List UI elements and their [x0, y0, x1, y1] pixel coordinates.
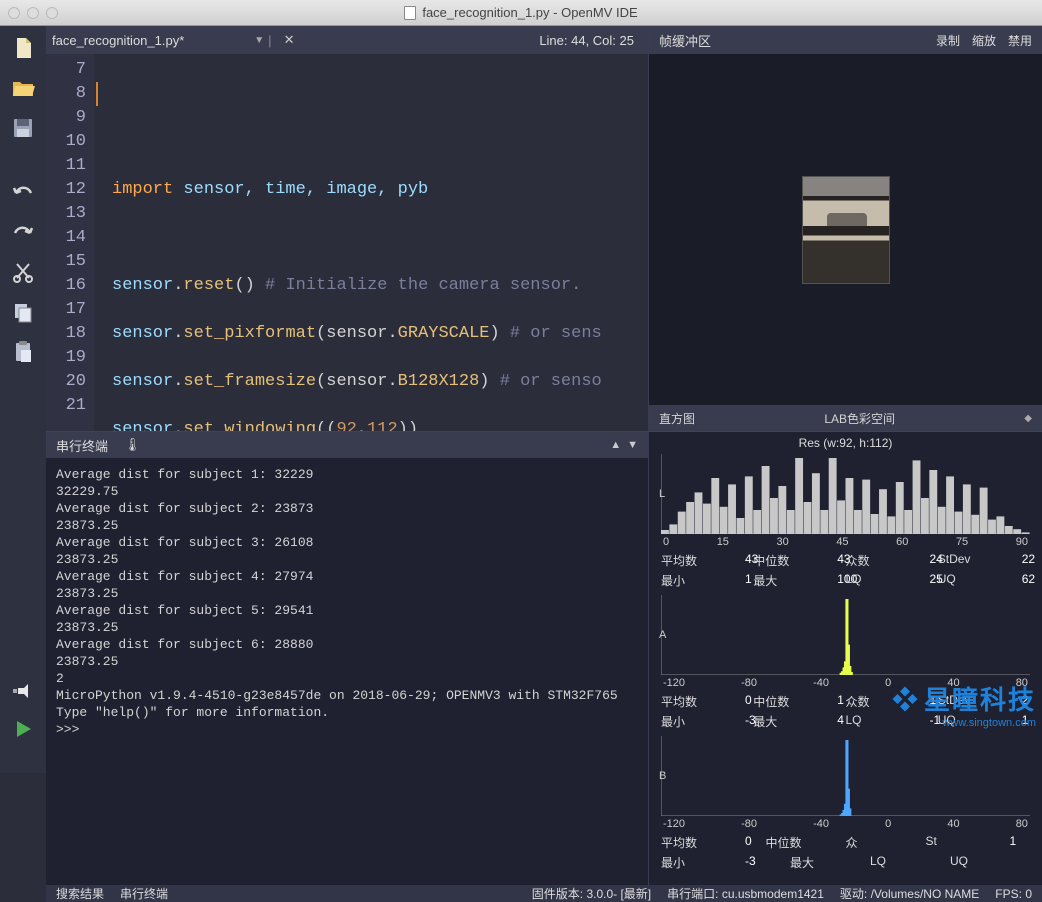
- copy-icon[interactable]: [9, 298, 37, 326]
- histogram-resolution: Res (w:92, h:112): [661, 436, 1030, 450]
- new-file-icon[interactable]: [9, 34, 37, 62]
- framebuffer-header: 帧缓冲区 录制 缩放 禁用: [649, 26, 1042, 54]
- close-window-icon[interactable]: [8, 7, 20, 19]
- save-icon[interactable]: [9, 114, 37, 142]
- terminal-output[interactable]: Average dist for subject 1: 32229 32229.…: [46, 458, 648, 885]
- run-script-icon[interactable]: [9, 715, 37, 743]
- histogram-title: 直方图: [659, 410, 695, 427]
- preview-image: [802, 176, 890, 284]
- histogram-pane: Res (w:92, h:112) L 0153045607590 平均数43 …: [648, 432, 1042, 885]
- editor-tab[interactable]: face_recognition_1.py* ▼ | ✕: [52, 32, 294, 48]
- l-axis: 0153045607590: [661, 536, 1030, 548]
- a-stats-1: 平均数0 中位数1 众数1 StDev2: [661, 693, 1030, 710]
- traffic-lights: [8, 7, 58, 19]
- fps-counter: FPS: 0: [995, 887, 1032, 901]
- tab-dropdown-icon[interactable]: ▼: [254, 35, 264, 46]
- redo-icon[interactable]: [9, 218, 37, 246]
- collapse-down-icon[interactable]: ▼: [627, 439, 638, 451]
- camera-preview: [649, 54, 1042, 405]
- l-stats-1: 平均数43 中位数43 众数24 StDev22: [661, 552, 1030, 569]
- editor-tabbar: face_recognition_1.py* ▼ | ✕ Line: 44, C…: [46, 26, 648, 54]
- a-channel-section: A -120-80-4004080 平均数0 中位数1 众数1 StDev2: [661, 595, 1030, 730]
- paste-icon[interactable]: [9, 338, 37, 366]
- open-folder-icon[interactable]: [9, 74, 37, 102]
- window-title: face_recognition_1.py - OpenMV IDE: [422, 5, 637, 20]
- search-results-tab[interactable]: 搜索结果: [56, 885, 104, 902]
- thermometer-icon[interactable]: 🌡: [124, 437, 141, 453]
- drive-path: 驱动: /Volumes/NO NAME: [840, 885, 979, 902]
- editor-pane: face_recognition_1.py* ▼ | ✕ Line: 44, C…: [46, 26, 648, 431]
- code-editor[interactable]: 789101112131415161718192021 import senso…: [46, 54, 648, 431]
- collapse-up-icon[interactable]: ▲: [610, 439, 621, 451]
- zoom-button[interactable]: 缩放: [972, 32, 996, 49]
- framebuffer-title: 帧缓冲区: [659, 31, 711, 50]
- undo-icon[interactable]: [9, 178, 37, 206]
- tab-filename: face_recognition_1.py*: [52, 33, 184, 48]
- colorspace-select[interactable]: LAB色彩空间: [695, 410, 1024, 427]
- right-pane: 帧缓冲区 录制 缩放 禁用 直方图 LAB色彩空间 ◆: [648, 26, 1042, 431]
- cut-icon[interactable]: [9, 258, 37, 286]
- a-axis: -120-80-4004080: [661, 677, 1030, 689]
- b-histogram-chart: B: [661, 736, 1030, 816]
- window-titlebar: face_recognition_1.py - OpenMV IDE: [0, 0, 1042, 26]
- terminal-header: 串行终端 🌡 ▲ ▼: [46, 432, 648, 458]
- statusbar: 搜索结果 串行终端 固件版本: 3.0.0- [最新] 串行端口: cu.usb…: [46, 885, 1042, 902]
- l-channel-section: L 0153045607590 平均数43 中位数43 众数24 StDev22: [661, 454, 1030, 589]
- b-stats-1: 平均数0 中位数 众 St1: [661, 834, 1030, 851]
- document-icon: [404, 6, 416, 20]
- disable-button[interactable]: 禁用: [1008, 32, 1032, 49]
- terminal-pane: 串行终端 🌡 ▲ ▼ Average dist for subject 1: 3…: [46, 432, 648, 885]
- b-axis: -120-80-4004080: [661, 818, 1030, 830]
- histogram-header: 直方图 LAB色彩空间 ◆: [649, 405, 1042, 431]
- cursor-position: Line: 44, Col: 25: [539, 33, 634, 48]
- terminal-title: 串行终端: [56, 436, 108, 455]
- colorspace-dropdown-icon[interactable]: ◆: [1024, 413, 1032, 424]
- b-channel-section: B -120-80-4004080 平均数0 中位数 众 St1: [661, 736, 1030, 871]
- a-histogram-chart: A: [661, 595, 1030, 675]
- record-button[interactable]: 录制: [936, 32, 960, 49]
- firmware-version: 固件版本: 3.0.0- [最新]: [532, 885, 651, 902]
- connect-icon[interactable]: [9, 677, 37, 705]
- code-body[interactable]: import sensor, time, image, pyb sensor.r…: [94, 54, 648, 431]
- tab-close-icon[interactable]: ✕: [284, 32, 295, 48]
- line-gutter: 789101112131415161718192021: [46, 54, 94, 431]
- left-toolbar: [0, 26, 46, 773]
- serial-terminal-tab[interactable]: 串行终端: [120, 885, 168, 902]
- b-stats-2: 最小-3 最大 LQ UQ: [661, 854, 1030, 871]
- minimize-window-icon[interactable]: [27, 7, 39, 19]
- l-histogram-chart: L: [661, 454, 1030, 534]
- serial-port: 串行端口: cu.usbmodem1421: [667, 885, 824, 902]
- a-stats-2: 最小-3 最大4 LQ-1 UQ1: [661, 713, 1030, 730]
- l-stats-2: 最小1 最大100 LQ25 UQ62: [661, 572, 1030, 589]
- maximize-window-icon[interactable]: [46, 7, 58, 19]
